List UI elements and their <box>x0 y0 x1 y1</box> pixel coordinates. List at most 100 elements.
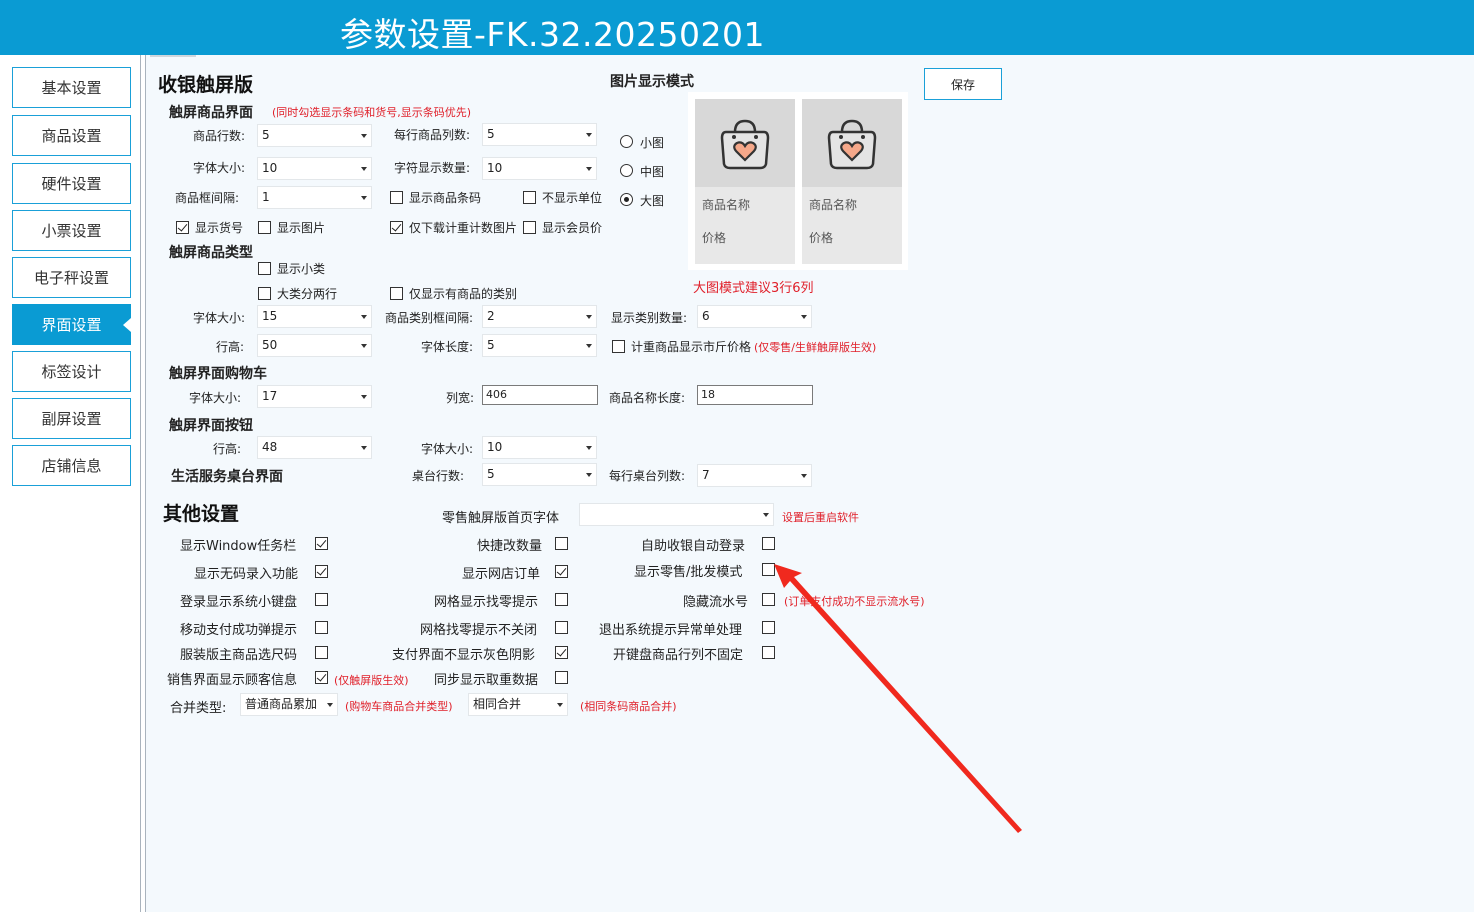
cat-gap-label: 商品类别框间隔: <box>385 311 474 325</box>
two-rows-checkbox[interactable] <box>258 287 271 300</box>
preview-card: 商品名称 价格 <box>802 99 902 264</box>
nav-second-screen[interactable]: 副屏设置 <box>12 398 131 439</box>
opt-checkbox[interactable] <box>555 646 568 659</box>
jin-price-checkbox[interactable] <box>612 340 625 353</box>
opt-label: 服装版主商品选尺码 <box>180 648 298 663</box>
home-font-label: 零售触屏版首页字体 <box>442 511 560 526</box>
hide-unit-checkbox[interactable] <box>523 191 536 204</box>
opt-label: 网格找零提示不关闭 <box>420 623 538 638</box>
jin-price-note: (仅零售/生鲜触屏版生效) <box>754 341 877 354</box>
opt-label: 快捷改数量 <box>477 539 543 554</box>
gap-select[interactable]: 1 <box>257 186 372 209</box>
radio-medium[interactable] <box>620 164 633 177</box>
opt-label: 显示无码录入功能 <box>194 567 299 582</box>
show-member-price-checkbox[interactable] <box>523 221 536 234</box>
cat-gap-select[interactable]: 2 <box>482 305 597 328</box>
opt-checkbox[interactable] <box>315 621 328 634</box>
opt-label: 显示Window任务栏 <box>180 539 297 554</box>
bag-icon <box>695 99 795 187</box>
cart-namelen-input[interactable]: 18 <box>697 385 813 405</box>
opt-label: 隐藏流水号 <box>683 595 749 610</box>
show-itemno-label: 显示货号 <box>195 221 244 235</box>
download-weigh-img-checkbox[interactable] <box>390 221 403 234</box>
save-button[interactable]: 保存 <box>924 68 1002 100</box>
nav-goods-settings[interactable]: 商品设置 <box>12 115 131 156</box>
cols-select[interactable]: 5 <box>482 123 597 146</box>
chevron-down-icon <box>586 315 592 319</box>
opt-label: 销售界面显示顾客信息 <box>167 673 298 688</box>
nav-receipt-settings[interactable]: 小票设置 <box>12 210 131 251</box>
show-sub-checkbox[interactable] <box>258 262 271 275</box>
nav-basic-settings[interactable]: 基本设置 <box>12 67 131 108</box>
btn-height-label: 行高: <box>213 442 242 456</box>
hide-unit-label: 不显示单位 <box>542 191 603 205</box>
sidebar-scroll-edge[interactable] <box>140 55 146 912</box>
bag-icon <box>802 99 902 187</box>
preview-card: 商品名称 价格 <box>695 99 795 264</box>
opt-checkbox[interactable] <box>315 593 328 606</box>
cat-height-select[interactable]: 50 <box>257 334 372 357</box>
merge2-select[interactable]: 相同合并 <box>468 693 568 716</box>
nav-store-info[interactable]: 店铺信息 <box>12 445 131 486</box>
opt-checkbox[interactable] <box>555 565 568 578</box>
show-image-checkbox[interactable] <box>258 221 271 234</box>
cols-label: 每行商品列数: <box>394 128 471 142</box>
merge-select[interactable]: 普通商品累加 <box>240 693 338 716</box>
chevron-down-icon <box>361 196 367 200</box>
show-sub-label: 显示小类 <box>277 262 326 276</box>
opt-checkbox[interactable] <box>315 537 328 550</box>
opt-label: 移动支付成功弹提示 <box>180 623 298 638</box>
two-rows-label: 大类分两行 <box>277 287 338 301</box>
cat-font-select[interactable]: 15 <box>257 305 372 328</box>
window-title: 参数设置-FK.32.20250201 <box>340 15 765 54</box>
cart-font-select[interactable]: 17 <box>257 385 372 408</box>
only-with-goods-checkbox[interactable] <box>390 287 403 300</box>
restart-note: 设置后重启软件 <box>782 511 859 524</box>
home-font-select[interactable] <box>579 503 774 526</box>
chevron-down-icon <box>801 474 807 478</box>
chars-label: 字符显示数量: <box>394 161 471 175</box>
radio-large[interactable] <box>620 193 633 206</box>
cart-width-label: 列宽: <box>446 391 475 405</box>
font-size-select[interactable]: 10 <box>257 157 372 180</box>
font-size-label: 字体大小: <box>193 161 246 175</box>
cat-len-select[interactable]: 5 <box>482 334 597 357</box>
image-mode-title: 图片显示模式 <box>610 74 694 90</box>
life-rows-select[interactable]: 5 <box>482 463 597 486</box>
opt-checkbox[interactable] <box>762 537 775 550</box>
cart-width-input[interactable]: 406 <box>482 385 598 405</box>
cart-title: 触屏界面购物车 <box>169 366 267 382</box>
rows-select[interactable]: 5 <box>257 124 372 147</box>
merge-note: (购物车商品合并类型) <box>345 700 453 713</box>
preview-name: 商品名称 <box>702 198 751 212</box>
nav-label-design[interactable]: 标签设计 <box>12 351 131 392</box>
show-member-price-label: 显示会员价 <box>542 221 603 235</box>
opt-checkbox[interactable] <box>555 537 568 550</box>
nav-ui-settings[interactable]: 界面设置 <box>12 304 131 345</box>
btn-height-select[interactable]: 48 <box>257 436 372 459</box>
show-barcode-checkbox[interactable] <box>390 191 403 204</box>
cart-namelen-label: 商品名称长度: <box>609 391 686 405</box>
preview-price: 价格 <box>809 231 834 245</box>
nav-hardware-settings[interactable]: 硬件设置 <box>12 163 131 204</box>
title-bar: 参数设置-FK.32.20250201 <box>0 0 1474 55</box>
cat-count-select[interactable]: 6 <box>697 305 812 328</box>
cart-font-label: 字体大小: <box>189 391 242 405</box>
opt-checkbox[interactable] <box>555 621 568 634</box>
btn-font-select[interactable]: 10 <box>482 436 597 459</box>
chevron-down-icon <box>586 133 592 137</box>
opt-checkbox[interactable] <box>315 671 328 684</box>
opt-checkbox[interactable] <box>315 646 328 659</box>
only-with-goods-label: 仅显示有商品的类别 <box>409 287 518 301</box>
opt-checkbox[interactable] <box>555 593 568 606</box>
opt-checkbox[interactable] <box>315 565 328 578</box>
chars-select[interactable]: 10 <box>482 157 597 180</box>
radio-small[interactable] <box>620 135 633 148</box>
nav-scale-settings[interactable]: 电子秤设置 <box>12 257 131 298</box>
opt-label: 显示网店订单 <box>462 567 541 582</box>
opt-checkbox[interactable] <box>555 671 568 684</box>
radio-medium-label: 中图 <box>640 165 665 179</box>
show-itemno-checkbox[interactable] <box>176 221 189 234</box>
category-title: 触屏商品类型 <box>169 245 253 261</box>
life-cols-select[interactable]: 7 <box>697 464 812 487</box>
